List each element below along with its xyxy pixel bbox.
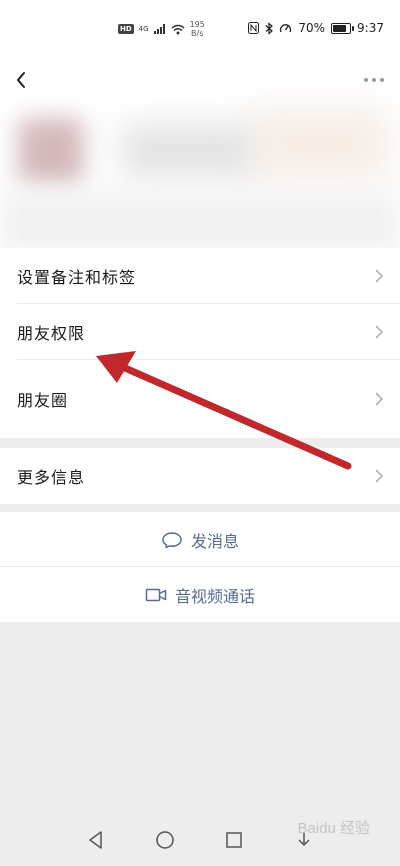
- blurred-avatar: [18, 118, 84, 184]
- menu-item-label: 朋友权限: [17, 324, 86, 343]
- watermark: Baidu 经验: [297, 820, 370, 837]
- chevron-right-icon: [375, 269, 384, 283]
- send-message-button[interactable]: 发消息: [0, 512, 400, 567]
- menu-item-remark-tags[interactable]: 设置备注和标签: [0, 248, 400, 304]
- menu-item-label: 朋友圈: [17, 391, 69, 410]
- wifi-icon: [171, 24, 185, 34]
- contact-actions: 发消息 音视频通话: [0, 512, 400, 622]
- more-dots-icon[interactable]: [362, 70, 386, 90]
- menu-item-more-info[interactable]: 更多信息: [0, 448, 400, 504]
- speedometer-icon: [280, 24, 292, 33]
- bluetooth-icon: [265, 21, 274, 35]
- nfc-icon: [248, 22, 260, 34]
- settings-menu: 设置备注和标签 朋友权限 朋友圈: [0, 248, 400, 438]
- clock: 9:37: [357, 21, 384, 35]
- network-speed-unit: B/s: [191, 29, 204, 38]
- profile-header: [0, 58, 400, 248]
- video-camera-icon: [145, 588, 167, 601]
- send-message-label: 发消息: [190, 531, 239, 551]
- menu-item-label: 更多信息: [17, 468, 86, 487]
- signal-4g-label: 4G: [138, 25, 149, 33]
- battery-percent: 70%: [298, 21, 326, 35]
- chevron-right-icon: [375, 392, 384, 406]
- network-speed: 195 B/s: [190, 20, 205, 38]
- blurred-name: [120, 123, 260, 178]
- chevron-left-icon[interactable]: [10, 66, 40, 96]
- status-right: 70% 9:37: [248, 21, 384, 35]
- menu-item-friend-permissions[interactable]: 朋友权限: [0, 304, 400, 360]
- blurred-profile-info: [0, 98, 400, 248]
- nav-back-icon[interactable]: [84, 828, 108, 852]
- blurred-decoration: [250, 108, 390, 178]
- voice-video-call-label: 音视频通话: [174, 586, 255, 606]
- chat-bubble-icon: [162, 531, 182, 548]
- status-left: HD 4G 195 B/s: [118, 20, 205, 38]
- more-info-menu: 更多信息: [0, 448, 400, 504]
- battery-fill: [333, 24, 346, 32]
- status-bar: HD 4G 195 B/s 70% 9:37: [0, 0, 400, 58]
- nav-home-icon[interactable]: [153, 828, 177, 852]
- menu-item-label: 设置备注和标签: [17, 268, 137, 287]
- blurred-details: [0, 193, 400, 248]
- signal-icon: [153, 24, 165, 34]
- chevron-right-icon: [375, 469, 384, 483]
- voice-video-call-button[interactable]: 音视频通话: [0, 567, 400, 622]
- chevron-right-icon: [375, 325, 384, 339]
- battery-icon: [331, 22, 355, 34]
- network-speed-value: 195: [189, 20, 205, 29]
- menu-item-moments[interactable]: 朋友圈: [0, 360, 400, 438]
- hd-badge: HD: [118, 24, 134, 34]
- nav-recents-icon[interactable]: [222, 828, 246, 852]
